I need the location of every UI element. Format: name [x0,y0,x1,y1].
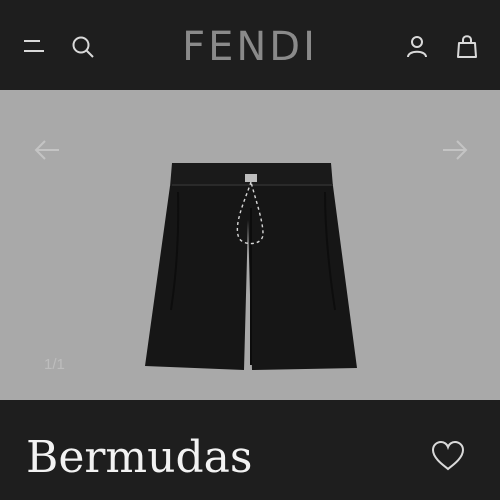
product-info-bar: Bermudas [0,400,500,500]
bag-icon[interactable] [454,33,480,59]
product-image [145,163,357,370]
top-header: FENDI [0,0,500,90]
image-counter: 1/1 [44,356,65,373]
arrow-right-icon[interactable] [440,138,470,162]
product-title: Bermudas [26,432,253,483]
arrow-left-icon[interactable] [32,138,62,162]
heart-icon[interactable] [430,440,466,472]
product-image-gallery[interactable]: 1/1 [0,90,500,400]
account-icon[interactable] [404,33,430,59]
